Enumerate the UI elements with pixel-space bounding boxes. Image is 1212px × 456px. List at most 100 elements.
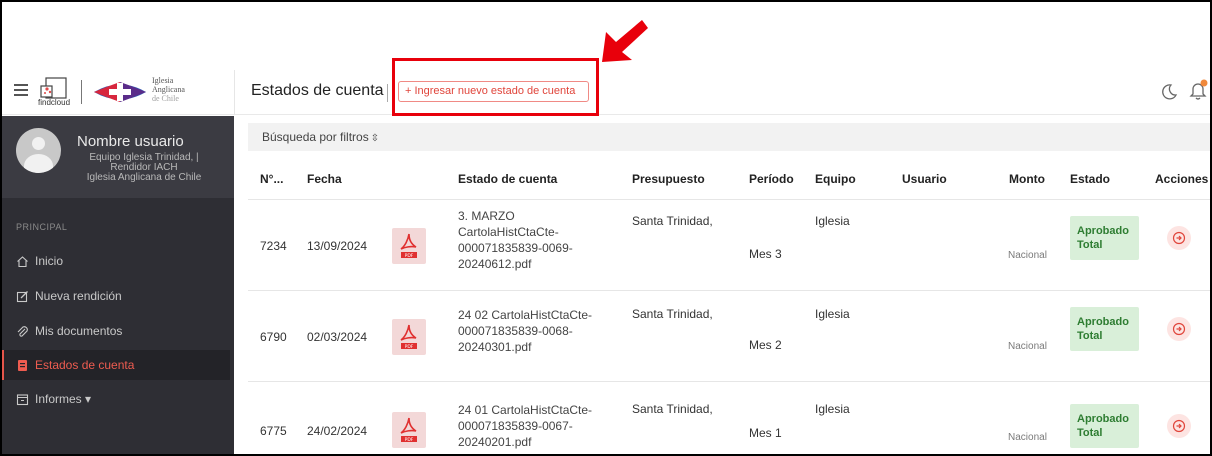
annotation-highlight (392, 58, 599, 116)
sidebar-item-label: Informes ▾ (35, 392, 92, 406)
table-row[interactable]: 7234 13/09/2024 PDF 3. MARZO CartolaHist… (248, 199, 1210, 290)
row-budget: Santa Trinidad, (632, 402, 713, 416)
svg-text:PDF: PDF (405, 253, 414, 259)
sidebar: Nombre usuario Equipo Iglesia Trinidad, … (2, 116, 234, 454)
inbox-icon (16, 394, 29, 406)
file-line: 24 01 CartolaHistCtaCte- (458, 403, 593, 417)
page-title: Estados de cuenta (251, 82, 384, 99)
arrow-right-circle-icon (1172, 322, 1186, 336)
status-line: Total (1077, 330, 1103, 342)
sidebar-item-estados-de-cuenta[interactable]: Estados de cuenta (2, 350, 230, 380)
sidebar-item-informes[interactable]: Informes ▾ (2, 384, 234, 414)
church-logo (94, 82, 146, 102)
moon-icon[interactable] (1160, 83, 1178, 101)
table-row[interactable]: 6790 02/03/2024 PDF 24 02 CartolaHistCta… (248, 290, 1210, 381)
user-organization: Iglesia Anglicana de Chile (86, 172, 202, 183)
svg-text:PDF: PDF (405, 344, 414, 350)
findcloud-logo-text: findcloud (38, 98, 71, 107)
column-header[interactable]: Presupuesto (632, 159, 705, 199)
status-badge: Aprobado Total (1070, 307, 1139, 351)
filter-toggle[interactable]: Búsqueda por filtros ⇳ (248, 123, 1210, 151)
column-header[interactable]: Equipo (815, 159, 856, 199)
file-line: 24 02 CartolaHistCtaCte- (458, 308, 593, 322)
row-number: 7234 (260, 239, 287, 253)
file-line: 20240301.pdf (458, 340, 532, 354)
top-bar: findcloud Iglesia Anglicana de Chile Est… (2, 70, 1210, 115)
row-budget: Santa Trinidad, (632, 214, 713, 228)
church-line-2: Anglicana (152, 85, 185, 94)
file-line: 000071835839-0068- (458, 324, 573, 338)
arrow-right-circle-icon (1172, 231, 1186, 245)
hamburger-menu-icon[interactable] (14, 84, 28, 96)
row-team: Iglesia (815, 214, 850, 228)
column-header[interactable]: Período (749, 159, 794, 199)
paperclip-icon (17, 326, 28, 337)
view-action-button[interactable] (1167, 414, 1191, 438)
sidebar-item-label: Estados de cuenta (35, 358, 135, 372)
status-line: Aprobado (1077, 225, 1129, 237)
statement-file-name[interactable]: 3. MARZO CartolaHistCtaCte- 000071835839… (458, 208, 573, 272)
row-number: 6775 (260, 424, 287, 438)
pdf-icon[interactable]: PDF (392, 319, 426, 355)
column-header[interactable]: Fecha (307, 159, 342, 199)
file-line: 000071835839-0067- (458, 419, 573, 433)
annotation-arrow (602, 20, 648, 62)
statement-file-name[interactable]: 24 02 CartolaHistCtaCte- 000071835839-00… (458, 307, 592, 355)
row-date: 13/09/2024 (307, 239, 368, 253)
row-period: Mes 2 (749, 338, 782, 352)
row-period: Mes 1 (749, 426, 782, 440)
edit-icon (16, 291, 28, 303)
section-label: PRINCIPAL (16, 222, 68, 232)
pdf-icon[interactable]: PDF (392, 412, 426, 448)
sidebar-item-inicio[interactable]: Inicio (2, 246, 234, 276)
row-team: Iglesia (815, 307, 850, 321)
sort-arrows-icon: ⇳ (370, 133, 380, 144)
column-header[interactable]: Usuario (902, 159, 947, 199)
row-date: 02/03/2024 (307, 330, 368, 344)
logo-divider (81, 80, 82, 104)
status-line: Aprobado (1077, 316, 1129, 328)
file-line: 000071835839-0069- (458, 241, 573, 255)
row-date: 24/02/2024 (307, 424, 368, 438)
row-amount-scope: Nacional (1008, 341, 1047, 352)
row-amount-scope: Nacional (1008, 432, 1047, 443)
status-badge: Aprobado Total (1070, 404, 1139, 448)
status-line: Total (1077, 239, 1103, 251)
row-number: 6790 (260, 330, 287, 344)
user-panel: Nombre usuario Equipo Iglesia Trinidad, … (2, 116, 234, 198)
column-header[interactable]: Acciones (1155, 159, 1208, 199)
filter-label: Búsqueda por filtros (262, 130, 369, 144)
church-line-3: de Chile (152, 94, 179, 103)
sidebar-divider (234, 70, 235, 115)
row-amount-scope: Nacional (1008, 250, 1047, 261)
statement-file-name[interactable]: 24 01 CartolaHistCtaCte- 000071835839-00… (458, 402, 592, 450)
status-line: Aprobado (1077, 413, 1129, 425)
sidebar-item-label: Inicio (35, 254, 64, 268)
status-badge: Aprobado Total (1070, 216, 1139, 260)
app-window: findcloud Iglesia Anglicana de Chile Est… (0, 0, 1212, 456)
row-budget: Santa Trinidad, (632, 307, 713, 321)
sidebar-item-label: Nueva rendición (35, 289, 122, 303)
document-icon (18, 360, 27, 371)
sidebar-item-mis-documentos[interactable]: Mis documentos (2, 316, 234, 346)
svg-text:PDF: PDF (405, 437, 414, 443)
file-line: 20240201.pdf (458, 435, 532, 449)
table-row[interactable]: 6775 24/02/2024 PDF 24 01 CartolaHistCta… (248, 381, 1210, 454)
file-line: 3. MARZO (458, 209, 515, 223)
sidebar-item-nueva-rendicion[interactable]: Nueva rendición (2, 281, 234, 311)
pdf-icon[interactable]: PDF (392, 228, 426, 264)
bell-icon[interactable] (1188, 79, 1208, 101)
column-header[interactable]: Estado de cuenta (458, 159, 557, 199)
column-header[interactable]: Estado (1070, 159, 1110, 199)
view-action-button[interactable] (1167, 226, 1191, 250)
sidebar-item-label: Mis documentos (35, 324, 123, 338)
row-period: Mes 3 (749, 247, 782, 261)
user-name: Nombre usuario (77, 133, 184, 150)
column-header[interactable]: Monto (1009, 159, 1045, 199)
row-team: Iglesia (815, 402, 850, 416)
arrow-right-circle-icon (1172, 419, 1186, 433)
church-line-1: Iglesia (152, 76, 174, 85)
church-name: Iglesia Anglicana de Chile (152, 76, 185, 103)
column-header[interactable]: N°... (260, 159, 283, 199)
view-action-button[interactable] (1167, 317, 1191, 341)
